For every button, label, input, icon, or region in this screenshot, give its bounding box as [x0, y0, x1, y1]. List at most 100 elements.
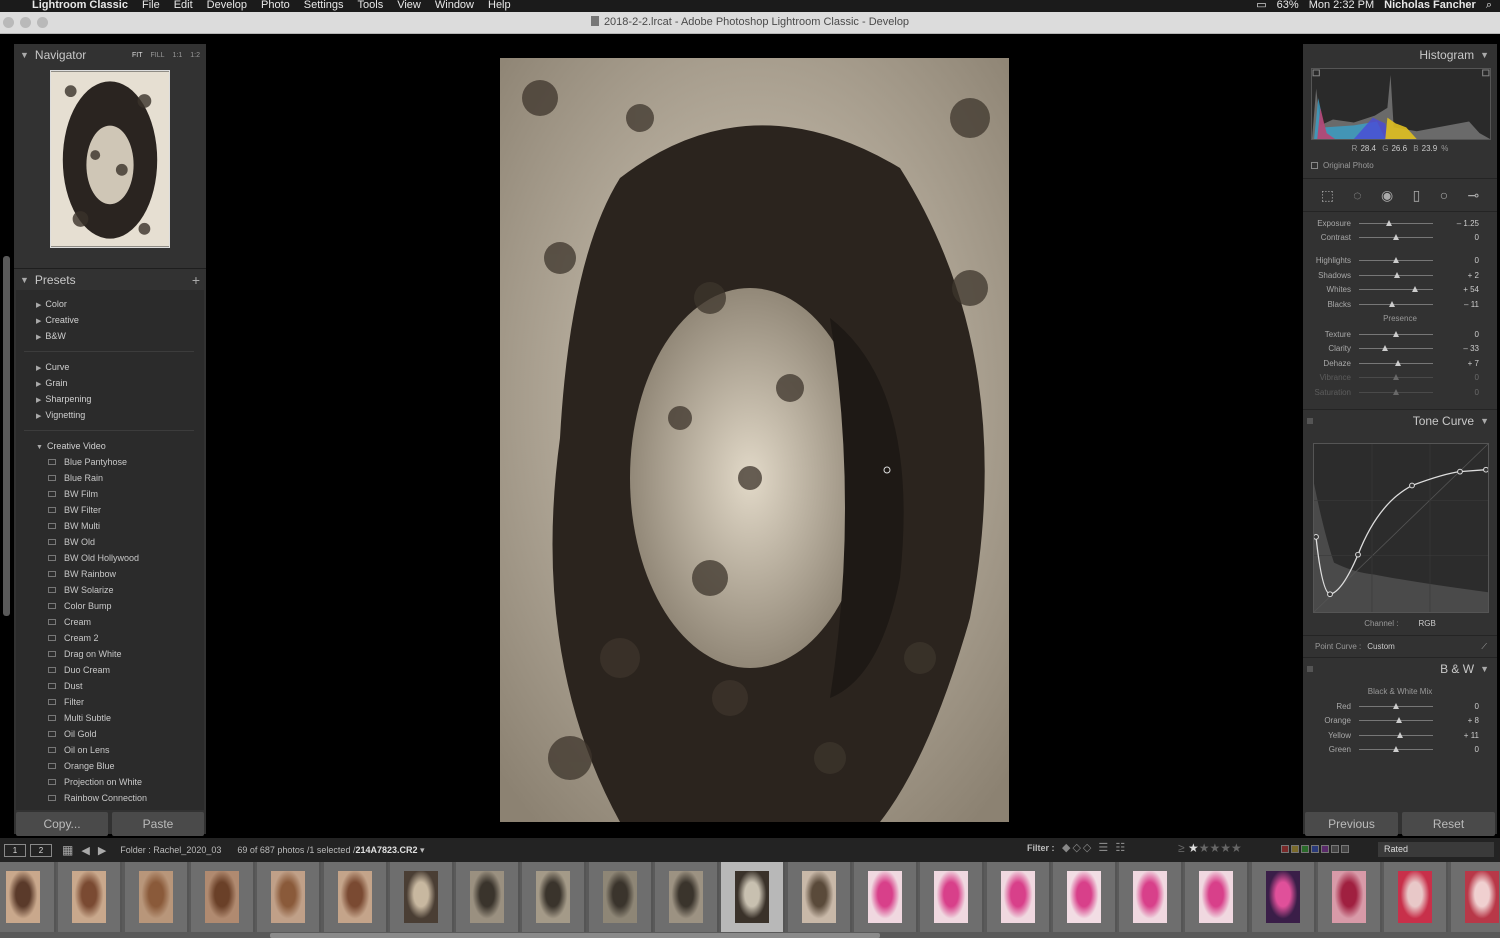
filmstrip-thumbnail[interactable] [190, 862, 255, 932]
slider-value[interactable]: + 8 [1433, 716, 1483, 725]
filmstrip-thumbnail[interactable] [721, 862, 786, 932]
color-label-filter[interactable] [1281, 845, 1349, 853]
red-eye-icon[interactable]: ◉ [1381, 187, 1393, 204]
filmstrip-thumbnail[interactable] [456, 862, 521, 932]
slider-knob[interactable] [1396, 731, 1403, 738]
slider-track[interactable] [1359, 388, 1433, 395]
original-photo-toggle[interactable]: Original Photo [1303, 158, 1497, 172]
slider-knob[interactable] [1395, 717, 1402, 724]
collapse-triangle-icon[interactable]: ▼ [20, 275, 29, 285]
slider-knob[interactable] [1393, 746, 1399, 753]
point-curve-value[interactable]: Custom [1367, 636, 1395, 657]
filter-preset-select[interactable]: Rated [1378, 842, 1494, 857]
grid-view-icon[interactable]: ▦ [62, 843, 73, 857]
filmstrip-thumbnail[interactable] [1450, 862, 1500, 932]
preset-item[interactable]: Oil on Lens [16, 742, 204, 758]
preset-item[interactable]: Rainbow Connection [16, 790, 204, 806]
slider-orange[interactable]: Orange + 8 [1303, 714, 1497, 728]
slider-track[interactable] [1359, 257, 1433, 264]
preset-group[interactable]: ▶ B&W [16, 328, 204, 344]
original-photo-checkbox[interactable] [1311, 161, 1318, 169]
slider-knob[interactable] [1389, 300, 1396, 307]
slider-value[interactable]: 0 [1433, 745, 1483, 754]
slider-shadows[interactable]: Shadows + 2 [1303, 268, 1497, 282]
star-rating-filter[interactable]: ≥ ★★★★★ [1178, 841, 1242, 855]
slider-value[interactable]: + 2 [1433, 271, 1483, 280]
slider-value[interactable]: – 1.25 [1433, 219, 1483, 228]
minimize-window-button[interactable] [20, 17, 31, 28]
collapse-triangle-icon[interactable]: ▼ [20, 50, 29, 60]
slider-track[interactable] [1359, 731, 1433, 738]
menu-photo[interactable]: Photo [261, 0, 290, 11]
slider-clarity[interactable]: Clarity – 33 [1303, 342, 1497, 356]
left-panel-scrollbar[interactable] [3, 256, 10, 616]
menu-help[interactable]: Help [488, 0, 511, 11]
preset-item[interactable]: Multi Subtle [16, 710, 204, 726]
slider-knob[interactable] [1393, 374, 1399, 381]
reset-button[interactable]: Reset [1402, 812, 1495, 836]
filmstrip-thumbnail[interactable] [124, 862, 189, 932]
filmstrip-thumbnail[interactable] [588, 862, 653, 932]
nav-mode-1-1[interactable]: 1:1 [173, 52, 183, 59]
filmstrip-thumbnail[interactable] [1185, 862, 1250, 932]
slider-value[interactable]: – 11 [1433, 300, 1483, 309]
menu-view[interactable]: View [397, 0, 421, 11]
close-window-button[interactable] [3, 17, 14, 28]
filmstrip-thumbnail[interactable] [1251, 862, 1316, 932]
menu-settings[interactable]: Settings [304, 0, 344, 11]
slider-value[interactable]: 0 [1433, 388, 1483, 397]
preset-item[interactable]: Orange Blue [16, 758, 204, 774]
slider-knob[interactable] [1393, 702, 1399, 709]
filmstrip-thumbnail[interactable] [1119, 862, 1184, 932]
menu-file[interactable]: File [142, 0, 160, 11]
panel-toggle-icon[interactable] [1307, 665, 1313, 672]
add-preset-icon[interactable]: + [192, 272, 200, 288]
filmstrip-thumbnail[interactable] [655, 862, 719, 932]
filmstrip-thumbnail[interactable] [920, 862, 985, 932]
slider-track[interactable] [1359, 717, 1433, 724]
slider-track[interactable] [1359, 359, 1433, 366]
preset-item[interactable]: BW Solarize [16, 582, 204, 598]
flag-filter-icons[interactable]: ◆◇◇ ☰ ☷ [1062, 841, 1127, 854]
slider-track[interactable] [1359, 345, 1433, 352]
menu-edit[interactable]: Edit [174, 0, 193, 11]
slider-knob[interactable] [1393, 331, 1399, 338]
main-photo[interactable] [500, 58, 1009, 822]
collapse-triangle-icon[interactable]: ▼ [1480, 664, 1489, 674]
preset-item[interactable]: Blue Rain [16, 470, 204, 486]
filmstrip-thumbnail[interactable] [1052, 862, 1117, 932]
preset-item[interactable]: Duo Cream [16, 662, 204, 678]
slider-value[interactable]: 0 [1433, 373, 1483, 382]
filmstrip-thumbnail[interactable] [1384, 862, 1449, 932]
preset-group[interactable]: ▶ Vignetting [16, 407, 204, 423]
slider-knob[interactable] [1393, 271, 1400, 278]
folder-path[interactable]: Folder : Rachel_2020_03 [120, 845, 221, 855]
battery-icon[interactable]: ▭ [1256, 0, 1266, 11]
preset-group[interactable]: ▶ Creative [16, 312, 204, 328]
filmstrip-thumbnail[interactable] [986, 862, 1051, 932]
slider-yellow[interactable]: Yellow + 11 [1303, 728, 1497, 742]
menu-window[interactable]: Window [435, 0, 474, 11]
filmstrip-thumbnail[interactable] [1318, 862, 1382, 932]
filmstrip-thumbnail[interactable] [257, 862, 322, 932]
preset-item[interactable]: BW Filter [16, 502, 204, 518]
slider-red[interactable]: Red 0 [1303, 699, 1497, 713]
bw-header[interactable]: B & W ▼ [1303, 657, 1497, 679]
slider-value[interactable]: 0 [1433, 330, 1483, 339]
slider-value[interactable]: 0 [1433, 233, 1483, 242]
preset-group[interactable]: ▶ Color [16, 296, 204, 312]
slider-track[interactable] [1359, 746, 1433, 753]
preset-item[interactable]: BW Old [16, 534, 204, 550]
preset-item[interactable]: Cream 2 [16, 630, 204, 646]
crop-tool-icon[interactable]: ⬚ [1321, 187, 1334, 204]
slider-value[interactable]: 0 [1433, 256, 1483, 265]
filmstrip-thumbnail[interactable] [389, 862, 454, 932]
preset-item[interactable]: Projection on White [16, 774, 204, 790]
preset-item[interactable]: BW Old Hollywood [16, 550, 204, 566]
filmstrip-thumbnail[interactable] [58, 862, 123, 932]
slider-whites[interactable]: Whites + 54 [1303, 283, 1497, 297]
menu-app-name[interactable]: Lightroom Classic [32, 0, 128, 11]
search-icon[interactable]: ⌕ [1486, 0, 1492, 11]
channel-value[interactable]: RGB [1418, 619, 1435, 628]
slider-exposure[interactable]: Exposure – 1.25 [1303, 216, 1497, 230]
